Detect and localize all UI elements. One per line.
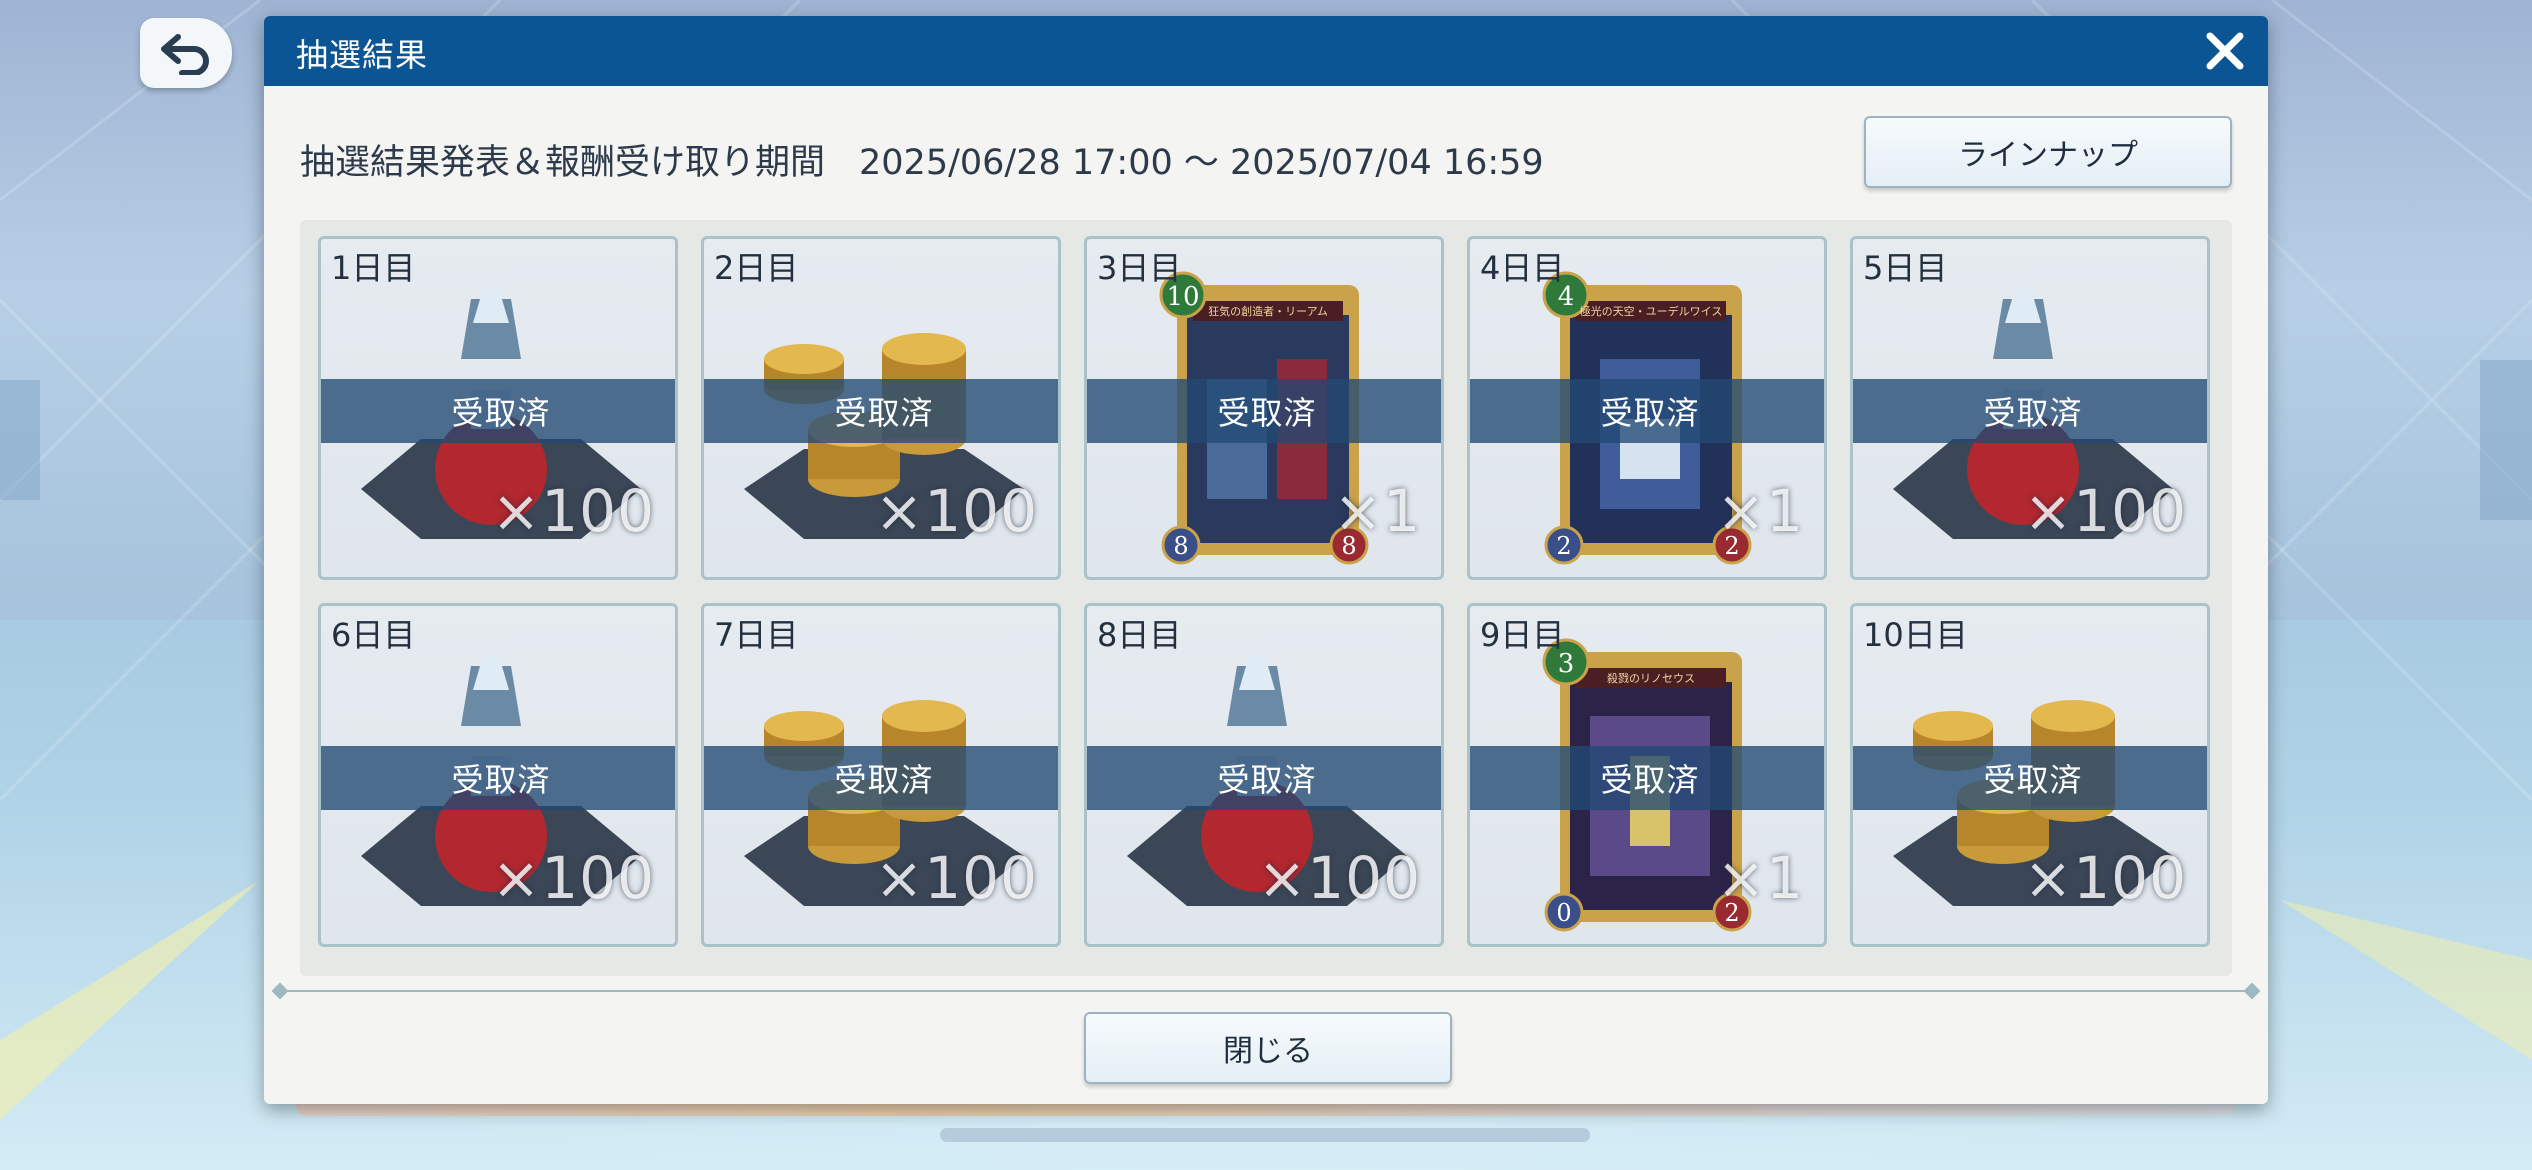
card-attack: 8 [1173, 532, 1188, 560]
reward-card-day-5[interactable]: 5日目 受取済 ×100 [1850, 236, 2210, 580]
card-attack: 2 [1556, 532, 1571, 560]
day-label: 8日目 [1097, 616, 1182, 654]
back-button[interactable] [140, 18, 232, 88]
claimed-band: 受取済 [704, 379, 1058, 443]
quantity: ×1 [1333, 477, 1421, 545]
reward-card-day-7[interactable]: 7日目 受取済 ×100 [701, 603, 1061, 947]
claimed-band: 受取済 [1087, 746, 1441, 810]
claimed-band: 受取済 [321, 746, 675, 810]
claimed-band: 受取済 [704, 746, 1058, 810]
quantity: ×100 [874, 844, 1038, 912]
reward-card-day-4[interactable]: 4日目 4 極光の天空・ユーデルワイス 2 2 受取済 ×1 [1467, 236, 1827, 580]
reward-card-day-1[interactable]: 1日目 受取済 ×100 [318, 236, 678, 580]
day-label: 4日目 [1480, 249, 1565, 287]
reward-card-day-10[interactable]: 10日目 受取済 ×100 [1850, 603, 2210, 947]
footer-divider [278, 990, 2254, 992]
quantity: ×100 [874, 477, 1038, 545]
claimed-band: 受取済 [321, 379, 675, 443]
reward-card-day-3[interactable]: 3日目 10 狂気の創造者・リーアム 8 8 受取済 ×1 [1084, 236, 1444, 580]
card-name: 極光の天空・ユーデルワイス [1580, 304, 1723, 318]
card-name: 狂気の創造者・リーアム [1208, 304, 1328, 318]
quantity: ×100 [491, 844, 655, 912]
close-button[interactable]: 閉じる [1084, 1012, 1452, 1084]
day-label: 5日目 [1863, 249, 1948, 287]
dialog-title: 抽選結果 [296, 36, 429, 74]
quantity: ×100 [491, 477, 655, 545]
reward-card-day-6[interactable]: 6日目 受取済 ×100 [318, 603, 678, 947]
day-label: 6日目 [331, 616, 416, 654]
reward-period: 抽選結果発表＆報酬受け取り期間 2025/06/28 17:00 ～ 2025/0… [300, 134, 1544, 185]
card-attack: 0 [1556, 899, 1571, 927]
close-label: 閉じる [1223, 1034, 1313, 1069]
quantity: ×1 [1716, 477, 1804, 545]
claimed-band: 受取済 [1087, 379, 1441, 443]
lineup-button[interactable]: ラインナップ [1864, 116, 2232, 188]
day-label: 10日目 [1863, 616, 1968, 654]
card-name: 殺戮のリノセウス [1607, 671, 1695, 685]
period-label: 抽選結果発表＆報酬受け取り期間 [300, 143, 826, 183]
day-label: 9日目 [1480, 616, 1565, 654]
back-arrow-icon [161, 34, 209, 75]
close-x-icon [2206, 32, 2244, 70]
reward-card-day-8[interactable]: 8日目 受取済 ×100 [1084, 603, 1444, 947]
reward-card-day-2[interactable]: 2日目 受取済 ×100 [701, 236, 1061, 580]
reward-card-day-9[interactable]: 9日目 3 殺戮のリノセウス 0 2 受取済 ×1 [1467, 603, 1827, 947]
day-label: 7日目 [714, 616, 799, 654]
quantity: ×100 [2023, 844, 2187, 912]
dialog-titlebar: 抽選結果 [264, 16, 2268, 86]
lineup-label: ラインナップ [1958, 138, 2138, 173]
scroll-indicator [940, 1128, 1590, 1142]
period-value: 2025/06/28 17:00 ～ 2025/07/04 16:59 [859, 143, 1544, 183]
day-label: 1日目 [331, 249, 416, 287]
lottery-result-dialog: 抽選結果 抽選結果発表＆報酬受け取り期間 2025/06/28 17:00 ～ 2… [264, 16, 2268, 1104]
claimed-band: 受取済 [1470, 746, 1824, 810]
claimed-band: 受取済 [1853, 746, 2207, 810]
claimed-band: 受取済 [1470, 379, 1824, 443]
claimed-band: 受取済 [1853, 379, 2207, 443]
day-label: 3日目 [1097, 249, 1182, 287]
quantity: ×1 [1716, 844, 1804, 912]
day-label: 2日目 [714, 249, 799, 287]
quantity: ×100 [2023, 477, 2187, 545]
close-x-button[interactable] [2200, 26, 2250, 76]
quantity: ×100 [1257, 844, 1421, 912]
